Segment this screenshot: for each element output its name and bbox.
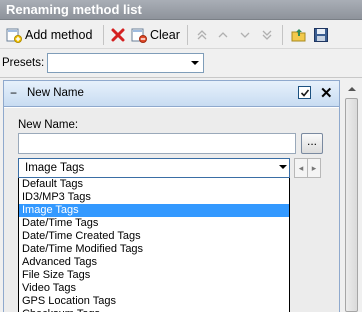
toolbar-separator xyxy=(103,25,104,45)
scroll-up-icon[interactable] xyxy=(343,80,360,97)
tag-type-option[interactable]: Date/Time Tags xyxy=(19,217,289,230)
clear-button[interactable]: Clear xyxy=(131,25,180,45)
move-bottom-icon xyxy=(259,27,275,43)
toolbar-separator xyxy=(187,25,188,45)
method-panel-header[interactable]: − New Name ✕ xyxy=(4,81,339,107)
presets-dropdown[interactable] xyxy=(47,53,204,73)
tag-type-option[interactable]: ID3/MP3 Tags xyxy=(19,191,289,204)
close-method-icon[interactable]: ✕ xyxy=(320,84,333,102)
collapse-icon[interactable]: − xyxy=(10,86,17,100)
presets-label: Presets: xyxy=(2,57,45,69)
checkmark-icon xyxy=(300,89,310,97)
toolbar-separator xyxy=(282,25,283,45)
window-title: Renaming method list xyxy=(0,0,362,20)
tag-type-option[interactable]: Image Tags xyxy=(19,204,289,217)
chevron-down-icon xyxy=(187,54,203,72)
move-top-button[interactable] xyxy=(194,25,210,45)
delete-button[interactable] xyxy=(110,25,126,45)
new-name-input[interactable] xyxy=(18,133,296,154)
prev-tag-button[interactable]: ◂ xyxy=(294,158,308,178)
move-down-icon xyxy=(237,27,253,43)
clear-label: Clear xyxy=(150,28,180,42)
add-method-icon xyxy=(6,27,22,43)
floppy-save-icon xyxy=(313,27,329,43)
presets-row: Presets: xyxy=(0,52,362,76)
scrollbar-thumb[interactable] xyxy=(345,98,358,312)
clear-list-icon xyxy=(131,27,147,43)
enable-method-checkbox[interactable] xyxy=(298,86,311,99)
method-panel-body: New Name: ... Image Tags ◂ ▸ Default Tag… xyxy=(4,108,339,312)
next-tag-button[interactable]: ▸ xyxy=(307,158,321,178)
browse-button[interactable]: ... xyxy=(301,133,323,154)
tag-type-option[interactable]: Default Tags xyxy=(19,178,289,191)
red-x-delete-icon xyxy=(110,27,126,43)
new-name-label: New Name: xyxy=(18,119,79,131)
open-folder-icon xyxy=(291,27,307,43)
method-panel: − New Name ✕ New Name: ... Image Tags ◂ … xyxy=(3,80,340,312)
move-up-button[interactable] xyxy=(215,25,231,45)
tag-type-option[interactable]: Advanced Tags xyxy=(19,256,289,269)
divider xyxy=(0,77,362,78)
method-title: New Name xyxy=(27,87,84,99)
move-bottom-button[interactable] xyxy=(259,25,275,45)
add-method-button[interactable]: Add method xyxy=(6,25,92,45)
add-method-label: Add method xyxy=(25,28,93,42)
tag-type-selected: Image Tags xyxy=(25,162,85,174)
tag-type-option[interactable]: Date/Time Modified Tags xyxy=(19,243,289,256)
vertical-scrollbar[interactable] xyxy=(343,80,360,312)
save-button[interactable] xyxy=(313,25,329,45)
tag-type-option[interactable]: Date/Time Created Tags xyxy=(19,230,289,243)
tag-type-option[interactable]: File Size Tags xyxy=(19,269,289,282)
tag-type-option[interactable]: Video Tags xyxy=(19,282,289,295)
tag-type-dropdown[interactable]: Image Tags xyxy=(18,158,290,178)
move-top-icon xyxy=(194,27,210,43)
tag-type-list[interactable]: Default Tags ID3/MP3 Tags Image Tags Date/T… xyxy=(18,178,290,312)
open-button[interactable] xyxy=(291,25,307,45)
tag-type-option[interactable]: GPS Location Tags xyxy=(19,295,289,308)
move-down-button[interactable] xyxy=(237,25,253,45)
tag-type-option[interactable]: Checksum Tags xyxy=(19,308,289,312)
move-up-icon xyxy=(215,27,231,43)
toolbar: Add method Clear xyxy=(0,21,362,49)
chevron-down-icon xyxy=(279,165,287,169)
